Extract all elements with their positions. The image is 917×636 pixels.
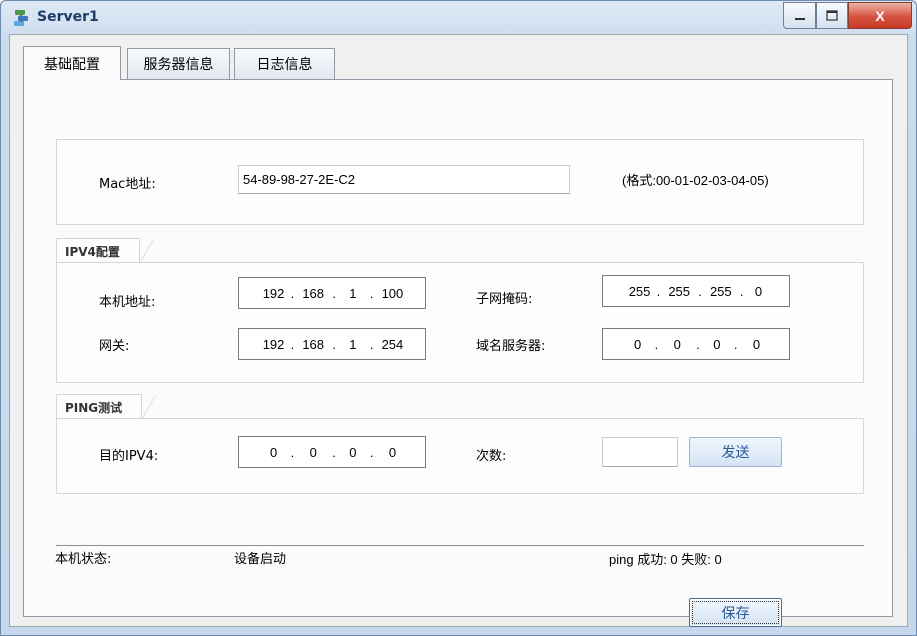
status-divider [56, 545, 864, 546]
subnet-mask-field[interactable]: 255. 255. 255. 0 [602, 275, 790, 307]
ping-result: ping 成功: 0 失败: 0 [609, 552, 722, 567]
title-bar[interactable]: Server1 X [1, 1, 916, 33]
status-label: 本机状态: [55, 552, 112, 567]
ping-count-field[interactable] [602, 437, 678, 467]
close-icon: X [875, 7, 885, 24]
mac-label: Mac地址: [99, 177, 156, 192]
close-button[interactable]: X [848, 2, 912, 29]
ping-legend: PING测试 [56, 394, 155, 420]
ping-dest-field[interactable]: 0.0.0.0 [238, 436, 426, 468]
tab-log-info[interactable]: 日志信息 [234, 48, 335, 79]
send-button[interactable]: 发送 [689, 437, 782, 467]
gateway-field[interactable]: 192. 168. 1. 254 [238, 328, 426, 360]
server-app-icon [14, 10, 28, 26]
tab-basic-config[interactable]: 基础配置 [23, 46, 121, 80]
subnet-mask-label: 子网掩码: [476, 292, 533, 307]
maximize-button[interactable] [816, 2, 848, 29]
status-value: 设备启动 [234, 552, 287, 567]
ping-dest-label: 目的IPV4: [99, 449, 159, 464]
maximize-icon [826, 10, 838, 21]
window-title: Server1 [37, 9, 99, 25]
minimize-icon [794, 17, 805, 20]
dns-server-field[interactable]: 0.0.0.0 [602, 328, 790, 360]
ping-count-label: 次数: [476, 449, 507, 464]
client-area: 基础配置 服务器信息 日志信息 Mac地址: 54-89-98-27-2E-C2… [9, 34, 908, 627]
dns-server-label: 域名服务器: [476, 339, 546, 354]
save-button[interactable]: 保存 [689, 598, 782, 627]
ipv4-legend: IPV4配置 [56, 238, 153, 264]
basic-config-panel: Mac地址: 54-89-98-27-2E-C2 (格式:00-01-02-03… [23, 79, 893, 627]
server-window: Server1 X 基础配置 服务器信息 日志信息 Mac地址: 54-89-9… [0, 0, 917, 636]
mac-format-hint: (格式:00-01-02-03-04-05) [622, 173, 769, 188]
local-ip-label: 本机地址: [99, 295, 156, 310]
tab-server-info[interactable]: 服务器信息 [127, 48, 230, 79]
mac-address-field[interactable]: 54-89-98-27-2E-C2 [238, 165, 570, 194]
minimize-button[interactable] [783, 2, 816, 29]
gateway-label: 网关: [99, 339, 130, 354]
local-ip-field[interactable]: 192. 168. 1. 100 [238, 277, 426, 309]
